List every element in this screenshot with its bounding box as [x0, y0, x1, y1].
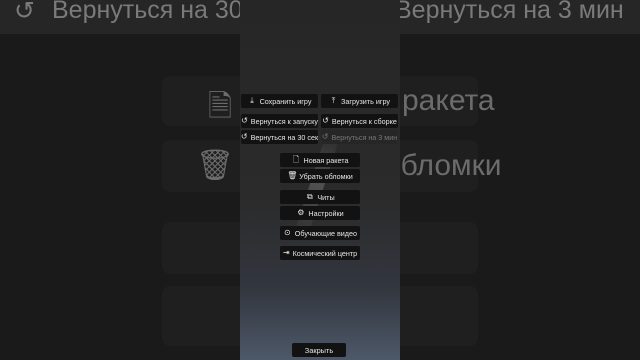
upload-icon: ⤒	[331, 96, 336, 105]
settings-button[interactable]: ⚙ Настройки	[280, 206, 360, 220]
background-document-icon: 🗎	[208, 90, 233, 123]
trash-icon: 🗑	[287, 171, 298, 180]
background-trash-icon: 🗑	[196, 149, 235, 182]
revert-icon: ↺	[322, 116, 329, 125]
background-big-text-debris: обломки	[400, 149, 502, 182]
revert-to-launch-label: Вернуться к запуску	[250, 116, 318, 126]
close-button[interactable]: Закрыть	[292, 343, 346, 357]
cheats-button[interactable]: ⧉ Читы	[280, 190, 360, 204]
save-game-button[interactable]: ⤓ Сохранить игру	[241, 94, 318, 108]
rocket-trail	[293, 130, 341, 240]
revert-3min-button[interactable]: ↺ Вернуться на 3 мин	[321, 130, 398, 144]
background-right-block-3	[400, 222, 478, 274]
space-center-button[interactable]: ⇥ Космический центр	[280, 246, 360, 260]
clear-debris-label: Убрать обломки	[299, 171, 353, 181]
background-big-text-i: и	[400, 298, 401, 332]
cheats-label: Читы	[317, 192, 335, 202]
revert-30s-button[interactable]: ↺ Вернуться на 30 сек	[241, 130, 318, 144]
revert-to-launch-button[interactable]: ↺ Вернуться к запуску	[241, 114, 318, 128]
background-left-panel: 🗎 🗑	[0, 34, 240, 360]
clear-debris-button[interactable]: 🗑 Убрать обломки	[280, 169, 360, 183]
exit-icon: ⇥	[282, 248, 290, 257]
cheats-icon: ⧉	[307, 192, 313, 201]
revert-icon: ↺	[240, 132, 248, 141]
play-circle-icon: ⊙	[284, 228, 291, 237]
background-debris-block: 🗑	[162, 140, 240, 192]
new-document-icon: 🗋	[292, 155, 300, 164]
background-right-block-2: обломки	[400, 140, 502, 192]
new-rocket-label: Новая ракета	[303, 155, 349, 165]
space-center-label: Космический центр	[292, 248, 358, 258]
revert-30s-label: Вернуться на 30 сек	[250, 132, 319, 142]
background-block-4	[162, 286, 240, 346]
background-new-rocket-block: 🗎	[162, 76, 240, 126]
save-game-label: Сохранить игру	[259, 96, 312, 106]
revert-to-build-button[interactable]: ↺ Вернуться к сборке	[321, 114, 398, 128]
download-icon: ⤓	[250, 96, 254, 105]
tutorial-videos-label: Обучающие видео	[294, 228, 357, 238]
revert-to-build-label: Вернуться к сборке	[331, 116, 397, 126]
revert-icon: ↺	[241, 116, 248, 125]
background-block-3	[162, 222, 240, 274]
new-rocket-button[interactable]: 🗋 Новая ракета	[280, 153, 360, 167]
background-revert-icon: ↺	[14, 0, 35, 25]
background-right-block-1: ракета	[400, 76, 495, 126]
revert-3min-label: Вернуться на 3 мин	[331, 132, 398, 142]
load-game-label: Загрузить игру	[341, 96, 390, 106]
revert-icon: ↺	[321, 132, 329, 141]
background-revert-3min-text: Вернуться на 3 мин	[395, 0, 624, 24]
load-game-button[interactable]: ⤒ Загрузить игру	[321, 94, 398, 108]
settings-label: Настройки	[308, 208, 344, 218]
gear-icon: ⚙	[297, 208, 305, 217]
background-right-block-4: и	[400, 286, 478, 346]
background-right-panel: ракета обломки и	[400, 34, 640, 360]
close-label: Закрыть	[304, 345, 334, 355]
background-big-text-rocket: ракета	[402, 84, 495, 117]
tutorial-videos-button[interactable]: ⊙ Обучающие видео	[280, 226, 360, 240]
